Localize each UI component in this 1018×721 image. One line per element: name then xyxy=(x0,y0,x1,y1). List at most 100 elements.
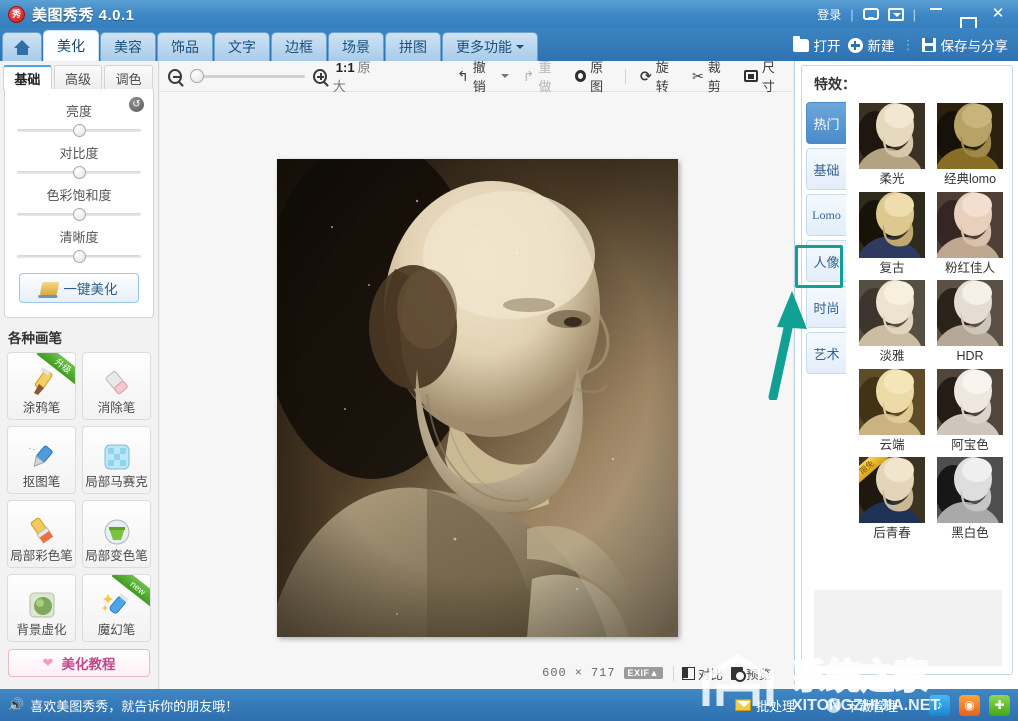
magic-pen-icon xyxy=(100,588,134,622)
category-fashion[interactable]: 时尚 xyxy=(806,286,846,328)
open-button[interactable]: 打开 xyxy=(792,35,841,55)
rotate-icon: ⟳ xyxy=(639,67,652,84)
redo-button[interactable]: ↱ 重做 xyxy=(523,57,561,95)
effect-label: 淡雅 xyxy=(879,349,905,363)
download-manager-button[interactable]: 下载管理 xyxy=(825,696,898,715)
brush-label: 局部变色笔 xyxy=(85,548,148,563)
share-blue-icon[interactable]: ♪ xyxy=(929,694,950,716)
effects-panel: 特效： 热门 基础 Lomo 人像 时尚 艺术 柔光 经典lomo 复古 粉红佳… xyxy=(794,61,1018,689)
new-button[interactable]: 新建 xyxy=(847,35,895,55)
size-button[interactable]: 尺寸 xyxy=(744,57,785,95)
brush-background-blur[interactable]: 背景虚化 xyxy=(7,574,76,642)
effect-item[interactable]: 粉红佳人 xyxy=(934,191,1006,281)
brush-eraser-pen[interactable]: 消除笔 xyxy=(82,352,151,420)
download-icon xyxy=(825,697,841,713)
tab-home[interactable] xyxy=(2,32,42,61)
category-basic[interactable]: 基础 xyxy=(806,148,846,190)
slider-sharpness[interactable] xyxy=(17,249,141,263)
original-button[interactable]: 原图 xyxy=(574,57,613,95)
wechat-icon[interactable]: ✚ xyxy=(989,694,1010,716)
brush-label: 背景虚化 xyxy=(16,622,67,637)
subtab-color-label: 调色 xyxy=(115,71,142,87)
effect-category-list: 热门 基础 Lomo 人像 时尚 艺术 xyxy=(802,100,846,546)
brush-cutout-pen[interactable]: 抠图笔 xyxy=(7,426,76,494)
scissors-icon: ✂ xyxy=(691,67,704,84)
slider-knob[interactable] xyxy=(72,166,86,179)
effect-item[interactable]: 阿宝色 xyxy=(934,368,1006,458)
category-art[interactable]: 艺术 xyxy=(806,332,846,374)
weibo-icon[interactable]: ◉ xyxy=(959,694,980,716)
zoom-slider-knob[interactable] xyxy=(190,69,205,83)
subtab-color[interactable]: 调色 xyxy=(104,65,154,91)
tab-text[interactable]: 文字 xyxy=(214,32,270,61)
brush-graffiti-pen[interactable]: 升级 涂鸦笔 xyxy=(7,352,76,420)
tab-cosmetic[interactable]: 美容 xyxy=(100,32,156,61)
compare-button[interactable]: 对比 xyxy=(681,664,723,683)
slider-brightness[interactable] xyxy=(17,123,141,137)
dropdown-icon[interactable] xyxy=(887,7,904,21)
slider-contrast[interactable] xyxy=(17,165,141,179)
exif-badge[interactable]: EXIF▲ xyxy=(623,667,663,679)
subtab-basic[interactable]: 基础 xyxy=(3,65,52,91)
batch-process-button[interactable]: 批处理 xyxy=(734,696,795,715)
tab-frame[interactable]: 边框 xyxy=(271,32,327,61)
crop-button[interactable]: ✂ 裁剪 xyxy=(692,57,730,95)
zoom-out-icon[interactable] xyxy=(168,68,183,84)
undo-chevron-down-icon[interactable] xyxy=(500,74,509,82)
slider-knob[interactable] xyxy=(72,208,86,221)
effect-thumbnail xyxy=(859,191,925,258)
effect-thumbnail xyxy=(859,280,925,346)
brush-local-mosaic[interactable]: 局部马赛克 xyxy=(82,426,151,494)
close-button[interactable]: ✕ xyxy=(987,4,1009,24)
effect-item[interactable]: 黑白色 xyxy=(934,457,1006,546)
speaker-icon[interactable]: 🔊 xyxy=(8,697,24,713)
zoom-slider[interactable] xyxy=(190,69,305,83)
effect-item[interactable]: HDR xyxy=(934,280,1006,369)
bottom-tip-text: 喜欢美图秀秀，就告诉你的朋友哦！ xyxy=(30,698,239,714)
cutout-pen-icon xyxy=(25,440,59,474)
effects-grid: 柔光 经典lomo 复古 粉红佳人 淡雅 HDR 云端 阿宝色 限免 后青春 黑… xyxy=(846,100,1012,546)
original-label: 原图 xyxy=(590,60,604,94)
reset-icon[interactable]: ↺ xyxy=(129,97,144,112)
tab-collage[interactable]: 拼图 xyxy=(385,32,441,61)
new-label: 新建 xyxy=(867,39,895,54)
category-hot[interactable]: 热门 xyxy=(806,102,846,144)
effect-item[interactable]: 柔光 xyxy=(856,103,928,192)
subtab-advanced[interactable]: 高级 xyxy=(53,65,103,91)
save-share-button[interactable]: 保存与分享 xyxy=(921,35,1008,55)
tab-beautify[interactable]: 美化 xyxy=(43,30,99,61)
effect-item[interactable]: 经典lomo xyxy=(934,103,1006,192)
adjust-subtabs: 基础 高级 调色 xyxy=(0,61,158,91)
tutorial-button[interactable]: ❤ 美化教程 xyxy=(8,649,150,677)
slider-knob[interactable] xyxy=(72,124,86,137)
left-tools-panel: 基础 高级 调色 ↺ 亮度 对比度 色彩饱和度 清晰度 一键美化 各种画笔 升级… xyxy=(0,61,159,689)
slider-saturation[interactable] xyxy=(17,207,141,221)
effects-title: 特效： xyxy=(814,76,856,92)
brush-local-recolor[interactable]: 局部变色笔 xyxy=(82,500,151,568)
zoom-ratio[interactable]: 1:1 原大 xyxy=(333,57,379,95)
brush-local-color[interactable]: 局部彩色笔 xyxy=(7,500,76,568)
bottom-actions: 批处理 ⋮ 下载管理 ⋮ ♪ ◉ ✚ xyxy=(734,694,1018,716)
login-button[interactable]: 登录 xyxy=(817,6,841,23)
one-click-beautify-button[interactable]: 一键美化 xyxy=(19,273,139,303)
undo-button[interactable]: ↰ 撤销 xyxy=(457,57,509,95)
preview-button[interactable]: 预览 xyxy=(730,664,771,683)
category-label: 时尚 xyxy=(813,300,840,316)
effect-item[interactable]: 淡雅 xyxy=(856,280,928,369)
zoom-ratio-value: 1:1 xyxy=(335,60,355,75)
category-portrait[interactable]: 人像 xyxy=(806,240,846,282)
tab-decor[interactable]: 饰品 xyxy=(157,32,213,61)
effect-item[interactable]: 复古 xyxy=(856,191,928,281)
effect-item[interactable]: 限免 后青春 xyxy=(856,457,928,546)
zoom-in-icon[interactable] xyxy=(312,68,327,84)
effect-label: 阿宝色 xyxy=(951,437,989,452)
subtab-basic-label: 基础 xyxy=(14,72,41,87)
brush-magic-pen[interactable]: new 魔幻笔 xyxy=(82,574,151,642)
category-lomo[interactable]: Lomo xyxy=(806,194,846,236)
slider-knob[interactable] xyxy=(72,250,86,263)
rotate-button[interactable]: ⟳ 旋转 xyxy=(640,57,678,95)
effect-item[interactable]: 云端 xyxy=(856,368,928,458)
message-icon[interactable] xyxy=(862,8,879,20)
edited-photo[interactable] xyxy=(277,159,678,637)
magic-wand-icon xyxy=(39,281,59,295)
